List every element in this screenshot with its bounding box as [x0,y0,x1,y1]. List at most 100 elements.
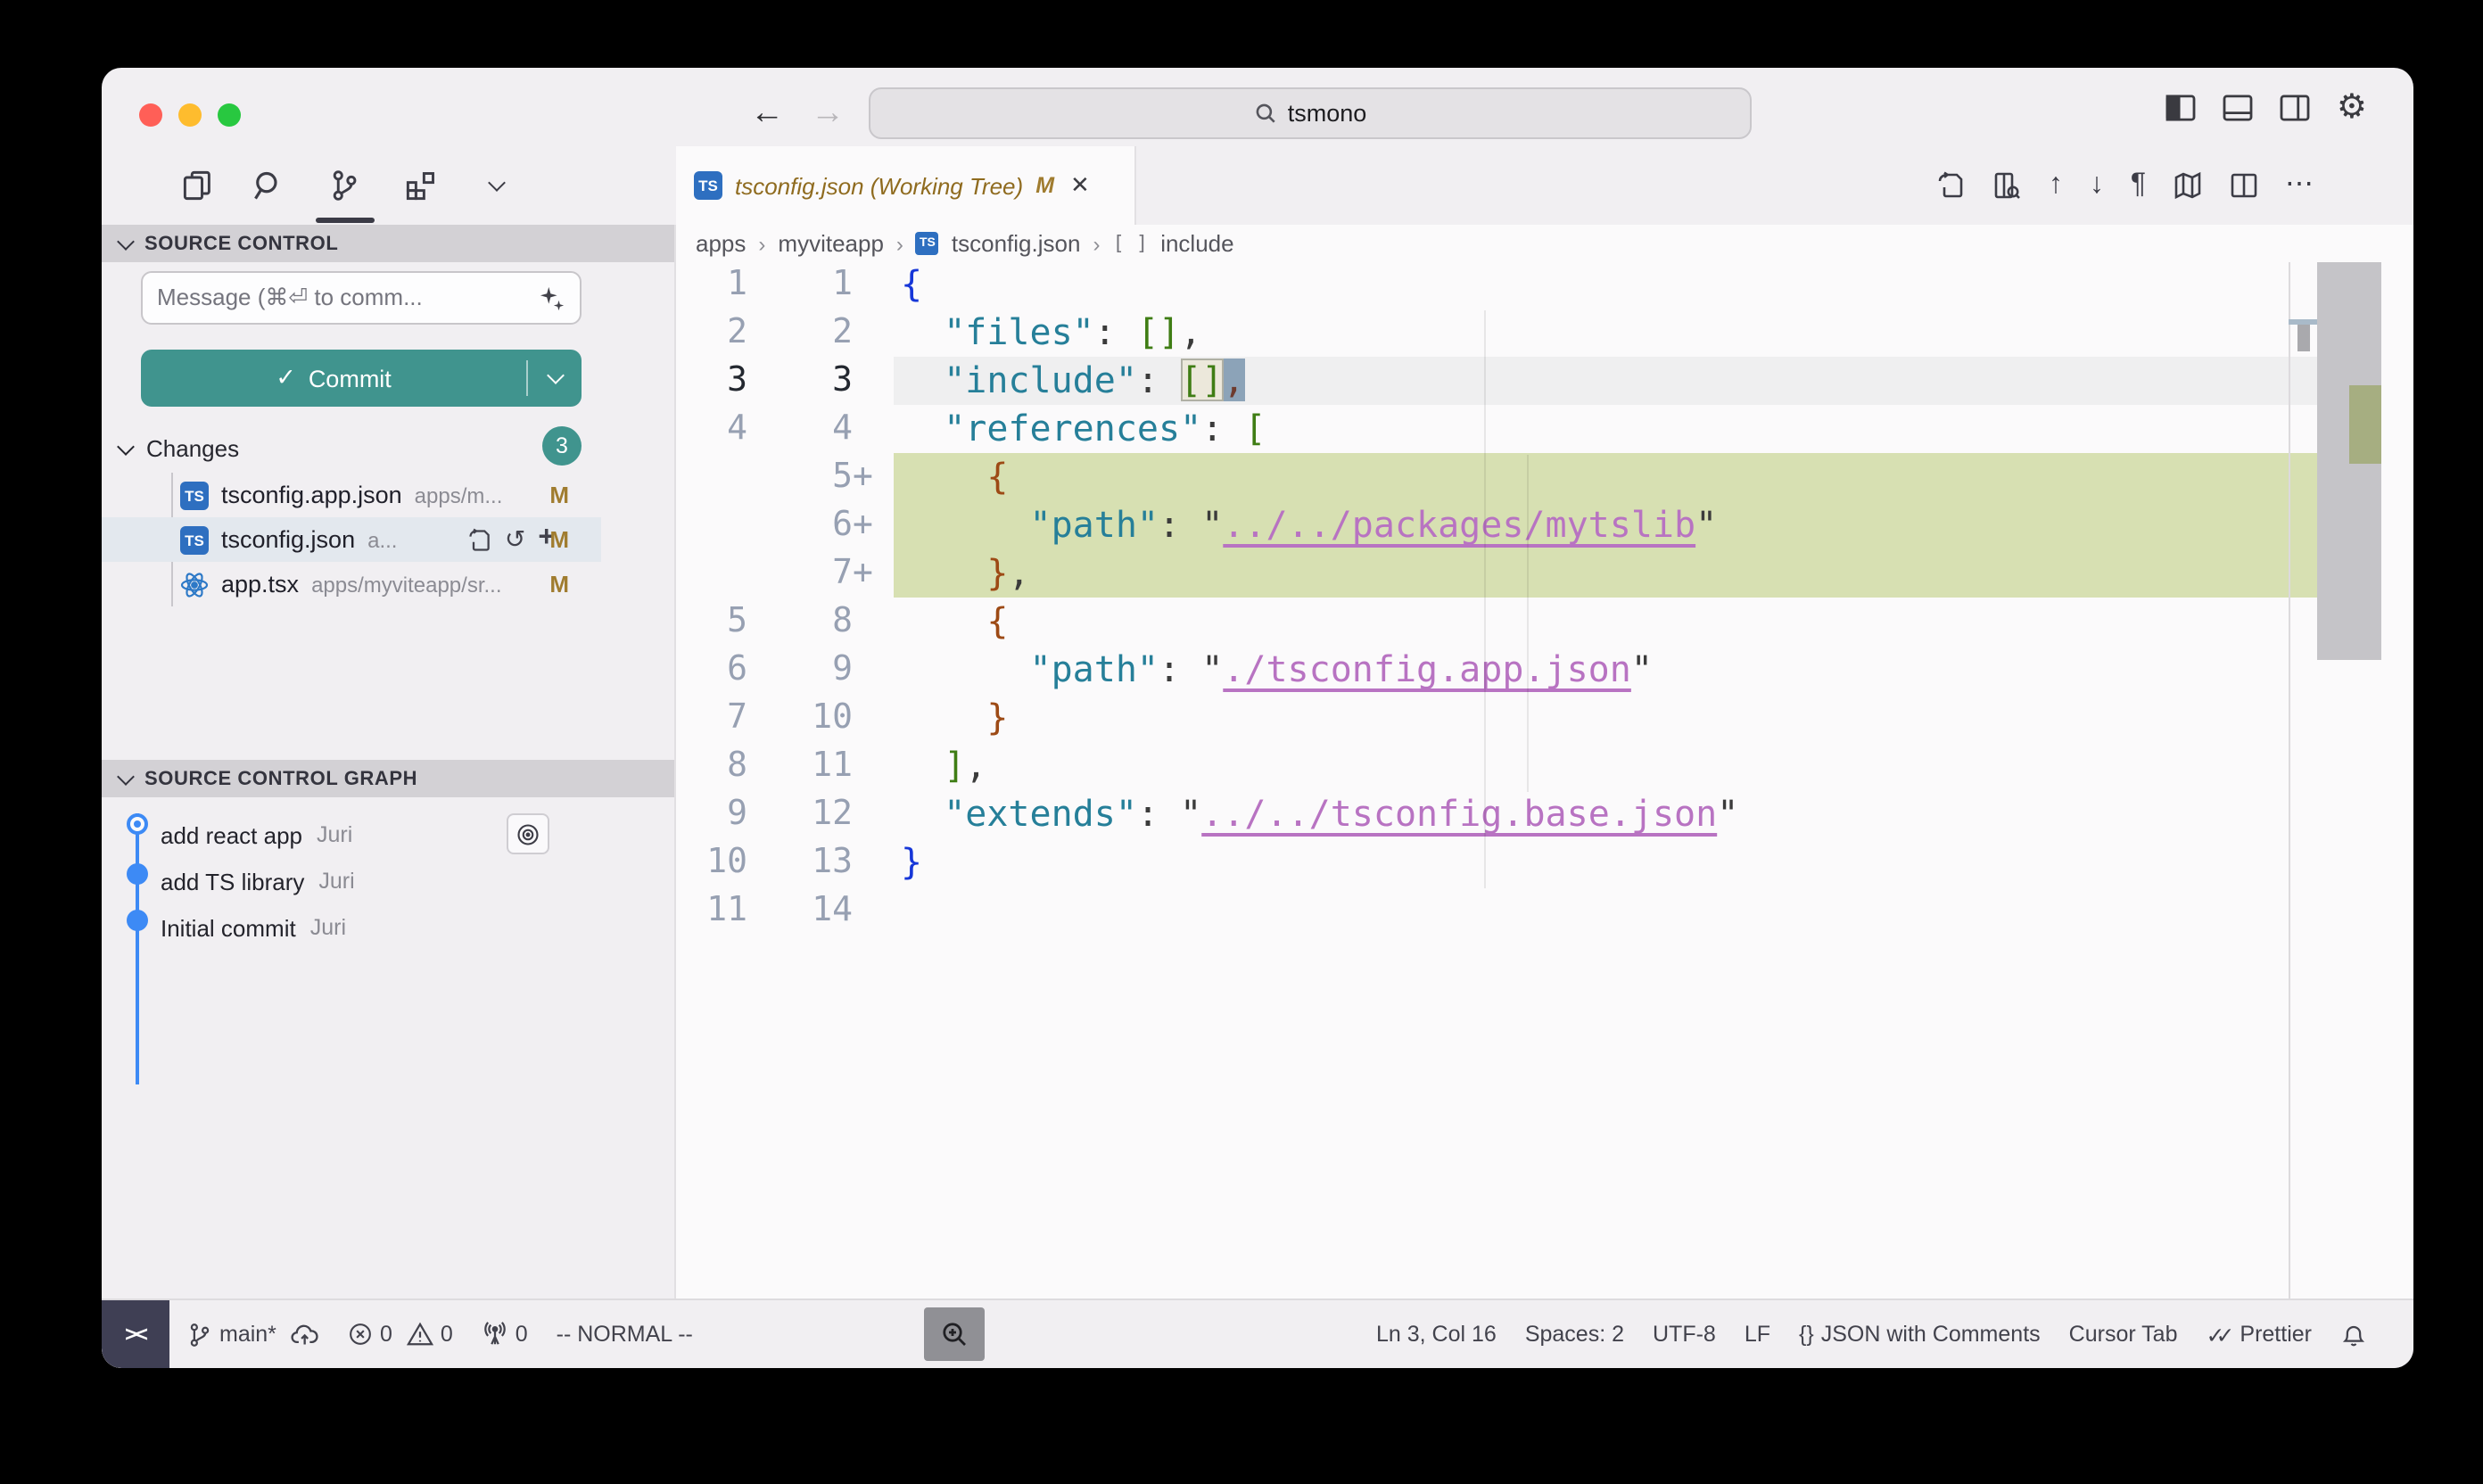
cursor-tab-item[interactable]: Cursor Tab [2069,1322,2178,1347]
code-text: "files": [], [901,309,1201,357]
original-line-number: 2 [676,309,747,357]
command-center-search[interactable]: tsmono [869,87,1752,139]
git-branch-icon [187,1321,212,1348]
code-area[interactable]: 11{22 "files": [],33 "include": [],44 "r… [676,260,2413,1300]
code-line[interactable]: 912 "extends": "../../tsconfig.base.json… [676,790,2413,838]
open-file-icon[interactable] [467,527,492,552]
modified-badge: M [549,526,569,553]
vim-mode-indicator[interactable]: -- NORMAL -- [557,1322,693,1347]
discard-changes-icon[interactable]: ↺ [505,524,525,555]
toggle-primary-sidebar-icon[interactable] [2165,94,2196,120]
extensions-view-icon[interactable] [398,162,444,209]
source-control-header[interactable]: SOURCE CONTROL [102,225,674,262]
modified-line-number: 4 [758,405,853,453]
split-editor-icon[interactable] [2230,171,2258,200]
code-line[interactable]: 5+ { [676,453,2413,501]
indent-guide [1527,455,1529,792]
previous-change-icon[interactable]: ↑ [2049,171,2063,200]
diff-editor: apps › myviteapp › TS tsconfig.json › [ … [676,225,2413,1300]
inline-view-icon[interactable] [1993,171,2022,200]
explorer-icon[interactable] [175,162,221,209]
settings-gear-icon[interactable]: ⚙ [2337,87,2367,128]
code-line[interactable]: 58 { [676,598,2413,646]
cursor-position-item[interactable]: Ln 3, Col 16 [1376,1322,1497,1347]
formatter-item[interactable]: ✓✓ Prettier [2207,1321,2313,1348]
code-line[interactable]: 710 } [676,694,2413,742]
breadcrumb-item-include[interactable]: include [1160,230,1233,257]
code-text: { [901,260,922,309]
code-line[interactable]: 6+ "path": "../../packages/mytslib" [676,501,2413,549]
open-changes-icon[interactable] [1938,171,1967,200]
more-views-chevron-icon[interactable] [473,162,519,209]
next-change-icon[interactable]: ↓ [2090,171,2104,200]
breadcrumb-item-tsconfig-json[interactable]: tsconfig.json [952,230,1081,257]
code-line[interactable]: 33 "include": [], [676,357,2413,405]
notifications-bell-icon[interactable] [2340,1321,2367,1348]
remote-indicator[interactable]: >< [102,1300,169,1368]
breadcrumb-separator: › [1093,231,1100,256]
target-icon [516,821,540,846]
tab-tsconfig-working-tree[interactable]: TS tsconfig.json (Working Tree) M ✕ [676,146,1136,225]
tab-close-icon[interactable]: ✕ [1070,171,1090,200]
goto-current-commit-button[interactable] [507,813,549,854]
code-line[interactable]: 1114 [676,886,2413,935]
more-actions-icon[interactable]: ⋯ [2285,171,2314,200]
commit-row[interactable]: add TS library Juri [102,858,601,904]
source-control-sidebar: SOURCE CONTROL Message (⌘⏎ to comm... ✓ … [102,225,676,1300]
minimize-window-button[interactable] [178,103,202,127]
code-line[interactable]: 11{ [676,260,2413,309]
language-mode-item[interactable]: {} JSON with Comments [1799,1322,2041,1347]
toggle-secondary-sidebar-icon[interactable] [2280,94,2310,120]
changes-count-badge: 3 [542,426,582,466]
change-row-app-tsx[interactable]: app.tsx apps/myviteapp/sr... M [102,562,601,606]
change-row-tsconfig-app-json[interactable]: TS tsconfig.app.json apps/m... M [102,473,601,517]
toggle-panel-icon[interactable] [2223,94,2253,120]
code-line[interactable]: 1013} [676,838,2413,886]
graph-header-label: SOURCE CONTROL GRAPH [144,768,417,789]
breadcrumb-item-myviteapp[interactable]: myviteapp [778,230,884,257]
encoding-label: UTF-8 [1653,1322,1716,1347]
commit-button[interactable]: ✓ Commit [141,350,582,407]
eol-item[interactable]: LF [1745,1322,1770,1347]
active-view-indicator [316,218,375,222]
code-line[interactable]: 7+ }, [676,549,2413,598]
source-control-graph-header[interactable]: SOURCE CONTROL GRAPH [102,760,674,797]
change-row-tsconfig-json[interactable]: TS tsconfig.json a... ↺ + M [102,517,601,562]
collapse-chevron-icon [117,768,135,786]
commit-message-input[interactable]: Message (⌘⏎ to comm... [141,271,582,325]
close-window-button[interactable] [139,103,162,127]
commit-message: Initial commit [161,914,296,941]
encoding-item[interactable]: UTF-8 [1653,1322,1716,1347]
toggle-whitespace-icon[interactable]: ¶ [2131,171,2146,200]
map-icon[interactable] [2173,171,2203,200]
copilot-sparkle-icon[interactable] [539,284,565,311]
source-control-view-icon[interactable] [321,162,367,209]
code-text: "references": [ [901,405,1266,453]
commit-button-label: Commit [309,365,392,392]
navigate-forward-button[interactable]: → [808,89,847,139]
code-line[interactable]: 69 "path": "./tsconfig.app.json" [676,646,2413,694]
commit-row[interactable]: Initial commit Juri [102,904,601,951]
code-line[interactable]: 44 "references": [ [676,405,2413,453]
code-line[interactable]: 22 "files": [], [676,309,2413,357]
added-line-plus: + [853,501,881,549]
added-line-plus: + [853,453,881,501]
modified-line-number: 12 [758,790,853,838]
code-text: } [901,838,922,886]
breadcrumb-item-apps[interactable]: apps [696,230,746,257]
maximize-window-button[interactable] [218,103,241,127]
indentation-item[interactable]: Spaces: 2 [1525,1322,1624,1347]
original-line-number: 9 [676,790,747,838]
problems-status-item[interactable]: 0 0 [348,1322,453,1347]
error-icon [348,1322,373,1347]
ports-status-item[interactable]: 0 [482,1322,528,1347]
branch-status-item[interactable]: main* [187,1321,319,1348]
commit-dropdown-button[interactable] [528,375,582,382]
search-view-icon[interactable] [244,162,291,209]
code-line[interactable]: 811 ], [676,742,2413,790]
navigate-back-button[interactable]: ← [747,89,787,139]
changes-section-header[interactable]: Changes [102,426,601,469]
collapse-chevron-icon [117,233,135,251]
original-line-number: 3 [676,357,747,405]
title-bar: ← → tsmono ⚙ [102,68,2413,146]
